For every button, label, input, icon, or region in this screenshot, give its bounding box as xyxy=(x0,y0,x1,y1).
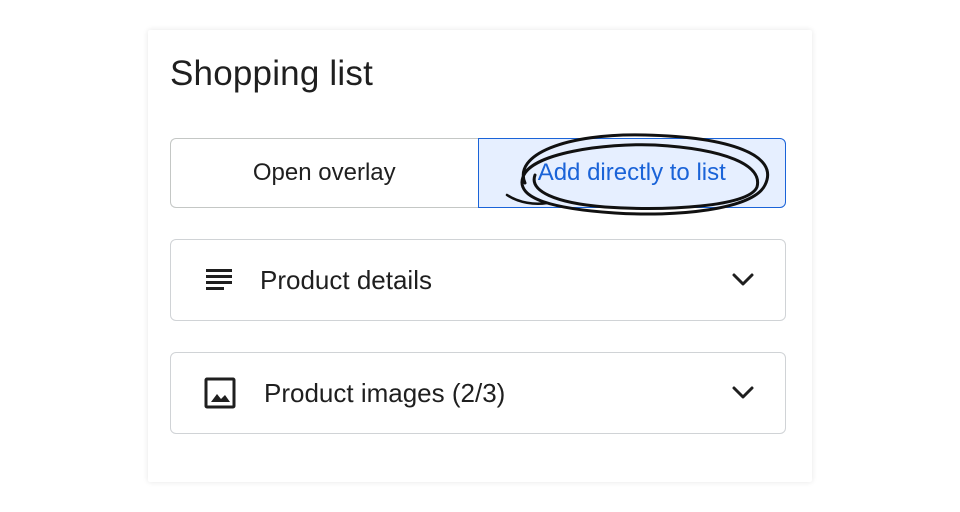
panel-title: Shopping list xyxy=(170,54,374,93)
open-overlay-label: Open overlay xyxy=(252,159,396,186)
accordion-product-details[interactable]: Product details xyxy=(170,239,786,321)
chevron-down-icon[interactable] xyxy=(729,379,757,407)
shopping-list-panel: Shopping list Open overlay Add directly … xyxy=(148,30,812,482)
open-overlay-button[interactable]: Open overlay xyxy=(170,138,478,208)
image-icon xyxy=(203,376,237,410)
add-mode-toggle: Open overlay Add directly to list xyxy=(170,133,786,216)
text-lines-icon xyxy=(203,263,237,297)
chevron-down-icon[interactable] xyxy=(729,266,757,294)
add-directly-label: Add directly to list xyxy=(537,159,726,186)
add-directly-button[interactable]: Add directly to list xyxy=(477,133,786,216)
accordion-label: Product images (2/3) xyxy=(264,377,506,408)
accordion-product-images[interactable]: Product images (2/3) xyxy=(170,352,786,434)
accordion-label: Product details xyxy=(260,264,432,295)
